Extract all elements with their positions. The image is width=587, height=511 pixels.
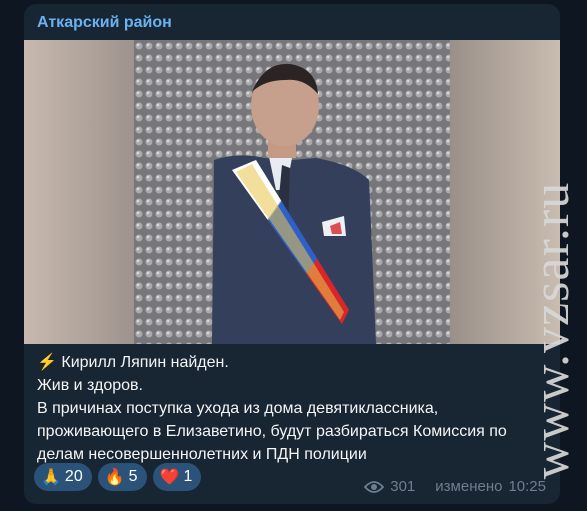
channel-name[interactable]: Аткарский район [37, 14, 172, 32]
reaction-heart[interactable]: ❤️ 1 [152, 463, 202, 491]
post-photo[interactable] [24, 40, 560, 344]
eye-icon [364, 480, 385, 493]
photo-image [24, 40, 560, 344]
reaction-count: 20 [64, 468, 83, 485]
edited-label: изменено [435, 478, 503, 495]
fire-emoji-icon: 🔥 [104, 469, 125, 486]
watermark-text: www.vzsar.ru [523, 181, 581, 479]
post-text: ⚡ Кирилл Ляпин найден. Жив и здоров. В п… [37, 351, 557, 466]
message-meta: 301 изменено 10:25 [364, 478, 546, 495]
reaction-fire[interactable]: 🔥 5 [97, 463, 147, 491]
post-line-4: проживающего в Елизаветино, будут разбир… [37, 423, 507, 440]
site-watermark: www.vzsar.ru [520, 160, 584, 500]
reaction-pray[interactable]: 🙏 20 [34, 463, 92, 491]
pray-emoji-icon: 🙏 [41, 469, 61, 486]
post-line-3: В причинах поступка ухода из дома девяти… [37, 400, 439, 417]
reaction-count: 5 [128, 468, 138, 485]
heart-emoji-icon: ❤️ [159, 469, 180, 486]
reaction-count: 1 [183, 468, 193, 485]
views-count: 301 [390, 478, 416, 495]
post-line-1: ⚡ Кирилл Ляпин найден. [37, 354, 229, 371]
post-line-2: Жив и здоров. [37, 377, 143, 394]
message-bubble: Аткарский район ⚡ Кирилл Ляпин найден. Ж… [24, 4, 560, 504]
reactions-bar: 🙏 20 🔥 5 ❤️ 1 [34, 463, 202, 491]
